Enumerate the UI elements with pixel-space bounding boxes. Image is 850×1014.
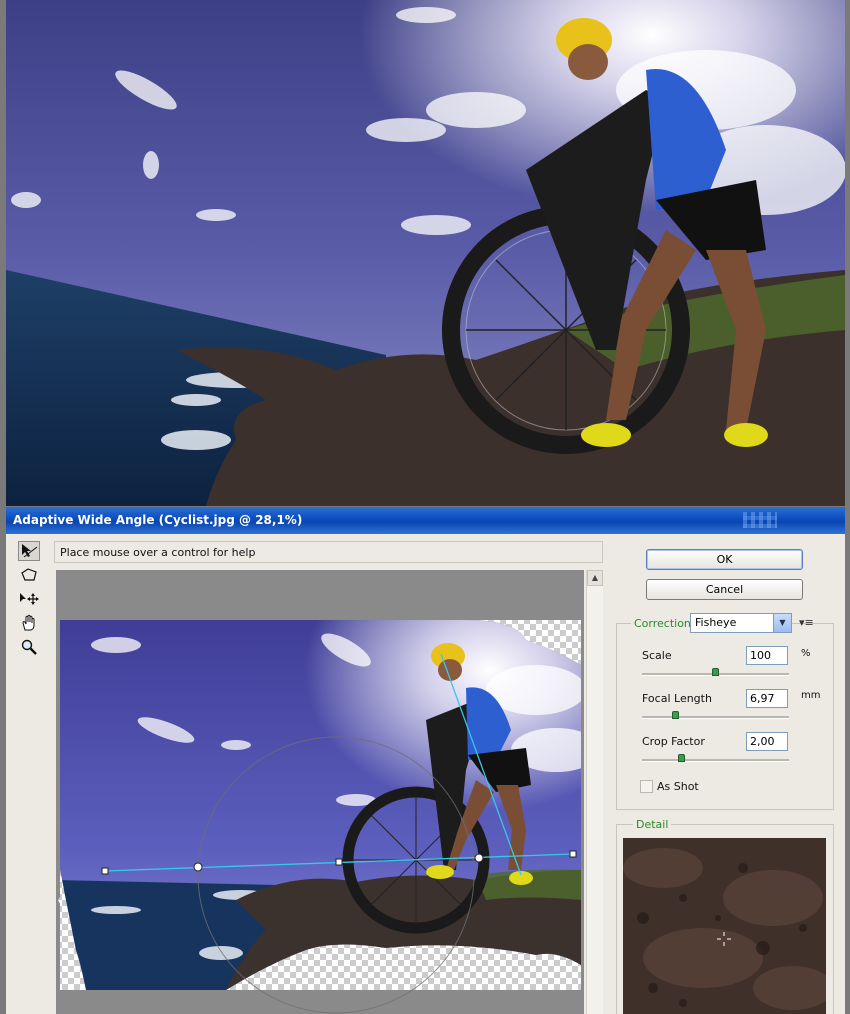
scale-slider[interactable] (642, 668, 789, 676)
focal-length-input[interactable]: 6,97 (746, 689, 788, 708)
hand-tool-icon[interactable] (18, 613, 40, 633)
zoom-tool-icon[interactable] (18, 637, 40, 657)
scale-slider-thumb[interactable] (711, 668, 719, 676)
dialog-title: Adaptive Wide Angle (Cyclist.jpg @ 28,1%… (13, 513, 303, 527)
dialog-title-bar[interactable]: Adaptive Wide Angle (Cyclist.jpg @ 28,1%… (6, 507, 845, 534)
scroll-up-icon[interactable]: ▲ (587, 570, 603, 586)
tool-panel (18, 541, 44, 661)
detail-preview (623, 838, 826, 1014)
focal-length-slider[interactable] (642, 711, 789, 719)
crop-factor-label: Crop Factor (642, 735, 705, 748)
focal-length-label: Focal Length (642, 692, 712, 705)
constraint-handle-left (101, 867, 109, 875)
focal-length-slider-thumb[interactable] (671, 711, 679, 719)
crop-factor-slider-thumb[interactable] (677, 754, 685, 762)
polygon-constraint-tool-icon[interactable] (18, 565, 40, 585)
constraint-handle-mid (335, 858, 343, 866)
as-shot-checkbox[interactable] (640, 780, 653, 793)
constraint-handle-right (569, 850, 577, 858)
constraint-tool-icon[interactable] (18, 541, 40, 561)
detail-label: Detail (633, 818, 672, 831)
adaptive-wide-angle-dialog: Adaptive Wide Angle (Cyclist.jpg @ 28,1%… (6, 507, 845, 1014)
help-text-bar: Place mouse over a control for help (54, 541, 603, 563)
constraint-point-a (193, 862, 203, 872)
focal-length-unit: mm (801, 690, 821, 701)
correction-value: Fisheye (695, 616, 737, 629)
correction-label: Correction: (631, 617, 698, 630)
scale-unit: % (801, 648, 811, 659)
move-tool-icon[interactable] (18, 589, 40, 609)
preview-canvas[interactable] (56, 570, 584, 1014)
flyout-menu-icon[interactable]: ▾≡ (799, 616, 814, 629)
ok-button[interactable]: OK (646, 549, 803, 570)
as-shot-label: As Shot (657, 780, 699, 793)
crop-factor-input[interactable]: 2,00 (746, 732, 788, 751)
title-bar-decoration (743, 512, 777, 528)
scale-input[interactable]: 100 (746, 646, 788, 665)
background-photo (6, 0, 845, 506)
constraint-point-b (474, 853, 484, 863)
chevron-down-icon[interactable]: ▼ (773, 614, 791, 632)
preview-vertical-scrollbar[interactable]: ▲ (586, 570, 603, 1014)
scale-label: Scale (642, 649, 672, 662)
crop-factor-slider[interactable] (642, 754, 789, 762)
correction-select[interactable]: Fisheye ▼ (690, 613, 792, 633)
cancel-button[interactable]: Cancel (646, 579, 803, 600)
